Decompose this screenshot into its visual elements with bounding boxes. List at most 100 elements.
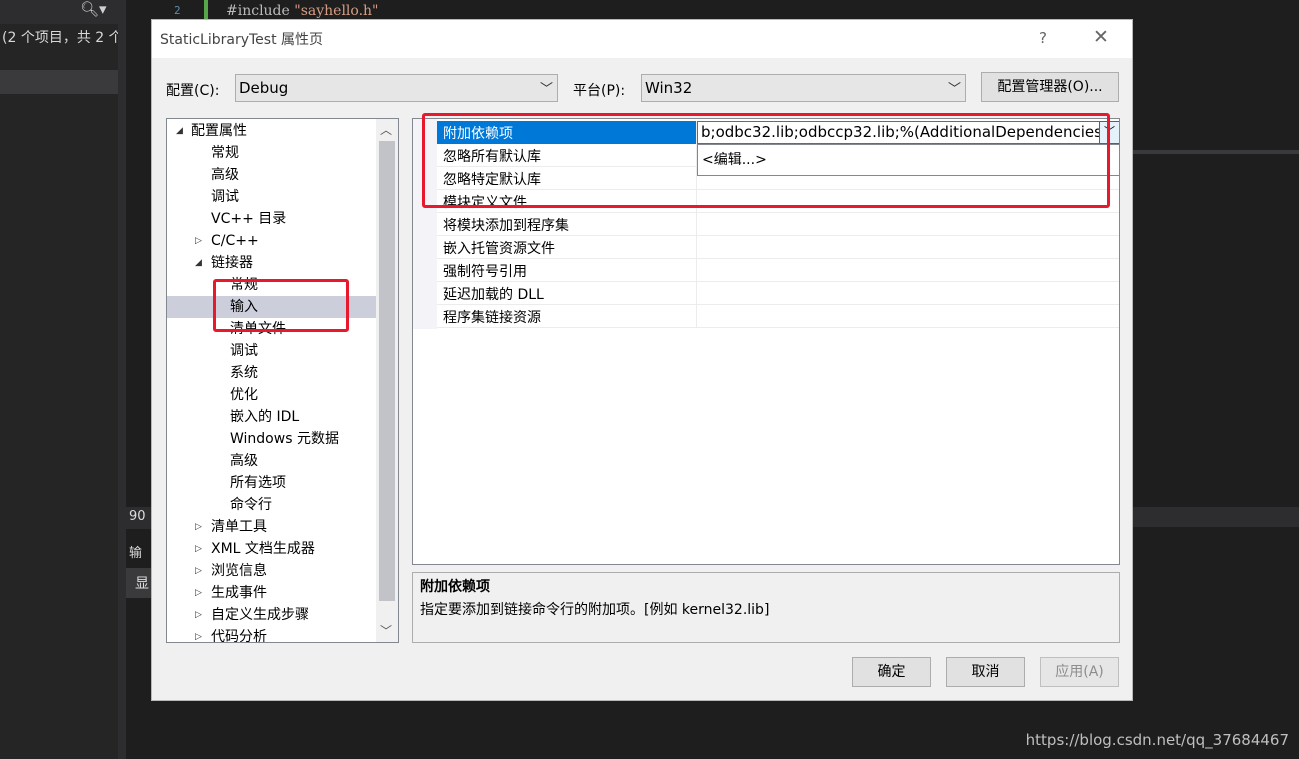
property-row[interactable]: 嵌入托管资源文件 xyxy=(437,236,1119,259)
tree-item-label: 生成事件 xyxy=(211,585,267,601)
column-divider xyxy=(696,259,697,282)
column-divider xyxy=(696,213,697,236)
tree-item[interactable]: 命令行 xyxy=(167,494,376,516)
tree-item[interactable]: 嵌入的 IDL xyxy=(167,406,376,428)
tree-item-label: 高级 xyxy=(211,167,239,183)
line-number: 2 xyxy=(174,4,181,17)
collapsed-icon[interactable]: ▷ xyxy=(195,626,202,642)
selected-row[interactable] xyxy=(0,70,118,94)
scroll-down-icon[interactable]: ﹀ xyxy=(380,622,392,639)
property-name: 将模块添加到程序集 xyxy=(443,218,569,234)
property-name: 延迟加载的 DLL xyxy=(443,287,544,303)
tree-item[interactable]: 清单文件 xyxy=(167,318,376,340)
tree-item-label: Windows 元数据 xyxy=(230,431,339,447)
tree-item-label: VC++ 目录 xyxy=(211,211,287,227)
tree-item-label: C/C++ xyxy=(211,233,259,249)
tree-item-label: 配置属性 xyxy=(191,123,247,139)
column-divider xyxy=(696,305,697,328)
tree-item[interactable]: ◢ 链接器 xyxy=(167,252,376,274)
zoom-level[interactable]: 90 xyxy=(126,507,151,529)
property-row[interactable]: 模块定义文件 xyxy=(437,190,1119,213)
config-label: 配置(C): xyxy=(166,83,220,99)
collapsed-icon[interactable]: ▷ xyxy=(195,538,202,560)
platform-value: Win32 xyxy=(645,79,693,97)
dialog-title-bar: StaticLibraryTest 属性页 ? ✕ xyxy=(152,20,1132,58)
expanded-icon[interactable]: ◢ xyxy=(195,252,202,274)
editor-divider xyxy=(1118,150,1299,154)
property-row[interactable]: 程序集链接资源 xyxy=(437,305,1119,328)
config-select[interactable]: Debug ﹀ xyxy=(235,74,558,102)
tree-item[interactable]: Windows 元数据 xyxy=(167,428,376,450)
collapsed-icon[interactable]: ▷ xyxy=(195,604,202,626)
change-marker xyxy=(204,0,208,20)
tree-item[interactable]: 输入 xyxy=(167,296,376,318)
tree-item[interactable]: ◢ 配置属性 xyxy=(167,120,376,142)
item-count-text: (2 个项目，共 2 个 xyxy=(2,30,123,46)
tree-item[interactable]: ▷ 浏览信息 xyxy=(167,560,376,582)
watermark: https://blog.csdn.net/qq_37684467 xyxy=(1025,731,1289,749)
code-string: "sayhello.h" xyxy=(294,3,379,19)
tree-item[interactable]: ▷ 代码分析 xyxy=(167,626,376,643)
panel-splitter[interactable] xyxy=(118,0,126,759)
tree-item[interactable]: 常规 xyxy=(167,142,376,164)
tree-item[interactable]: 常规 xyxy=(167,274,376,296)
collapsed-icon[interactable]: ▷ xyxy=(195,582,202,604)
property-grid: 附加依赖项 忽略所有默认库 忽略特定默认库 模块定义文件 将模块添加到程序集 嵌入托管资源… xyxy=(412,118,1120,565)
chevron-down-icon[interactable]: ﹀ xyxy=(1099,121,1119,144)
tree-item[interactable]: ▷ XML 文档生成器 xyxy=(167,538,376,560)
config-manager-button[interactable]: 配置管理器(O)... xyxy=(981,72,1119,102)
tree-item[interactable]: 高级 xyxy=(167,450,376,472)
property-name: 模块定义文件 xyxy=(443,195,527,211)
grid-margin xyxy=(413,119,437,329)
ok-button[interactable]: 确定 xyxy=(852,657,931,687)
column-divider xyxy=(696,282,697,305)
tree-item[interactable]: ▷ 清单工具 xyxy=(167,516,376,538)
tree-item[interactable]: 系统 xyxy=(167,362,376,384)
tree-item[interactable]: 调试 xyxy=(167,186,376,208)
tree-item[interactable]: ▷ C/C++ xyxy=(167,230,376,252)
output-panel-label: 输出 xyxy=(129,546,143,561)
additional-dependencies-input[interactable]: b;odbc32.lib;odbccp32.lib;%(AdditionalDe… xyxy=(697,121,1119,144)
property-pages-dialog: StaticLibraryTest 属性页 ? ✕ 配置(C): Debug ﹀… xyxy=(151,19,1133,701)
tree-item-label: 浏览信息 xyxy=(211,563,267,579)
close-icon[interactable]: ✕ xyxy=(1093,26,1109,48)
tree-item[interactable]: 优化 xyxy=(167,384,376,406)
property-name: 忽略所有默认库 xyxy=(443,149,541,165)
tree-item-label: 嵌入的 IDL xyxy=(230,409,300,425)
tree-item-label: 输入 xyxy=(230,299,258,315)
platform-select[interactable]: Win32 ﹀ xyxy=(641,74,966,102)
tree-item-label: 高级 xyxy=(230,453,258,469)
property-row[interactable]: 强制符号引用 xyxy=(437,259,1119,282)
edit-option[interactable]: <编辑...> xyxy=(702,152,767,168)
tree-item-label: 代码分析 xyxy=(211,629,267,643)
tree-item-label: 清单工具 xyxy=(211,519,267,535)
tree-item[interactable]: 高级 xyxy=(167,164,376,186)
apply-button[interactable]: 应用(A) xyxy=(1040,657,1119,687)
column-divider xyxy=(696,190,697,213)
collapsed-icon[interactable]: ▷ xyxy=(195,230,202,252)
help-icon[interactable]: ? xyxy=(1039,29,1047,47)
property-row[interactable]: 延迟加载的 DLL xyxy=(437,282,1119,305)
dialog-title: StaticLibraryTest 属性页 xyxy=(160,32,324,48)
tree-item-label: 自定义生成步骤 xyxy=(211,607,309,623)
code-line[interactable]: #include "sayhello.h" xyxy=(226,3,379,19)
collapsed-icon[interactable]: ▷ xyxy=(195,560,202,582)
search-icon[interactable]: 🔍︎▾ xyxy=(80,0,107,18)
property-row[interactable]: 将模块添加到程序集 xyxy=(437,213,1119,236)
tree-item-label: 所有选项 xyxy=(230,475,286,491)
tree-item[interactable]: ▷ 生成事件 xyxy=(167,582,376,604)
output-show-label: 显 xyxy=(126,568,151,598)
tree-item[interactable]: 调试 xyxy=(167,340,376,362)
code-gutter: 2 xyxy=(126,0,208,20)
tree-scrollbar[interactable]: ︿ ﹀ xyxy=(376,119,398,642)
tree-item[interactable]: ▷ 自定义生成步骤 xyxy=(167,604,376,626)
scroll-thumb[interactable] xyxy=(379,141,395,601)
tree-item-label: 常规 xyxy=(211,145,239,161)
tree-item-label: 命令行 xyxy=(230,497,272,513)
collapsed-icon[interactable]: ▷ xyxy=(195,516,202,538)
expanded-icon[interactable]: ◢ xyxy=(176,120,183,142)
tree-item[interactable]: VC++ 目录 xyxy=(167,208,376,230)
scroll-up-icon[interactable]: ︿ xyxy=(380,121,392,138)
tree-item[interactable]: 所有选项 xyxy=(167,472,376,494)
cancel-button[interactable]: 取消 xyxy=(946,657,1025,687)
